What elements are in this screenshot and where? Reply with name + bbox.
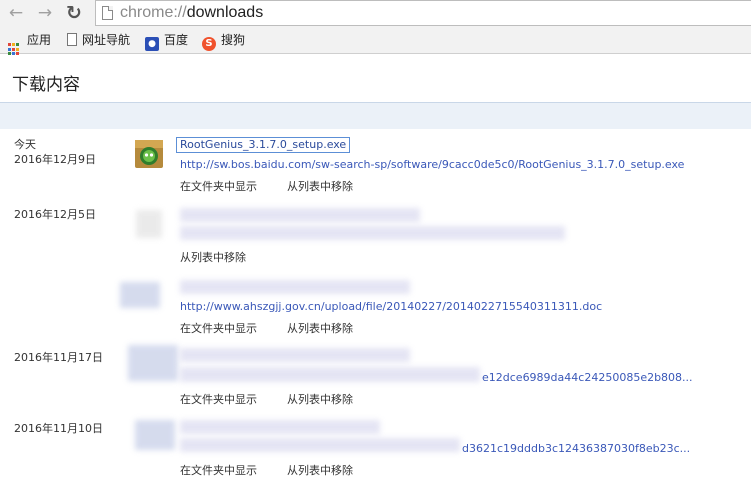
browser-toolbar: ← → ↻ chrome://downloads — [0, 0, 751, 27]
downloads-toolbar-strip — [0, 102, 751, 129]
back-arrow-icon[interactable]: ← — [6, 3, 26, 23]
blurred-file-name — [180, 208, 420, 222]
bookmark-nav[interactable]: 网址导航 — [67, 32, 130, 49]
blurred-file-icon — [136, 210, 162, 238]
blurred-file-icon — [120, 282, 160, 308]
bookmark-sogou[interactable]: S 搜狗 — [202, 32, 246, 51]
bookmark-apps[interactable]: 应用 — [8, 32, 52, 56]
show-in-folder-link[interactable]: 在文件夹中显示 — [180, 178, 257, 194]
bookmark-label: 搜狗 — [221, 33, 246, 47]
show-in-folder-link[interactable]: 在文件夹中显示 — [180, 462, 257, 478]
remove-from-list-link[interactable]: 从列表中移除 — [287, 391, 353, 407]
page-icon — [67, 33, 77, 46]
baidu-paw-icon: ● — [145, 37, 159, 51]
blurred-file-icon — [128, 345, 178, 381]
bookmark-label: 网址导航 — [82, 33, 131, 47]
bookmark-label: 百度 — [164, 33, 189, 47]
blurred-url — [180, 367, 480, 382]
date-label: 2016年11月10日 — [14, 422, 103, 435]
date-label: 2016年12月5日 — [14, 208, 96, 221]
blurred-file-name — [180, 420, 380, 434]
address-url[interactable]: chrome://downloads — [120, 3, 263, 23]
page-title: 下载内容 — [12, 75, 80, 95]
blurred-file-name — [180, 348, 410, 362]
apps-grid-icon — [8, 42, 22, 56]
bookmark-label: 应用 — [27, 33, 52, 47]
show-in-folder-link[interactable]: 在文件夹中显示 — [180, 391, 257, 407]
blurred-file-icon — [135, 420, 175, 450]
file-url-link[interactable]: http://www.ahszgjj.gov.cn/upload/file/20… — [180, 300, 602, 313]
remove-from-list-link[interactable]: 从列表中移除 — [180, 249, 246, 265]
file-url-tail[interactable]: d3621c19dddb3c12436387030f8eb23c... — [462, 442, 690, 455]
date-label-today: 今天 — [14, 138, 36, 151]
blurred-file-name — [180, 280, 410, 294]
bookmark-baidu[interactable]: ● 百度 — [145, 32, 189, 51]
show-in-folder-link[interactable]: 在文件夹中显示 — [180, 320, 257, 336]
sogou-icon: S — [202, 37, 216, 51]
remove-from-list-link[interactable]: 从列表中移除 — [287, 462, 353, 478]
blurred-url — [180, 438, 460, 452]
url-host: downloads — [186, 4, 264, 21]
blurred-url — [180, 226, 565, 240]
rootgenius-file-icon — [134, 139, 164, 169]
file-url-tail[interactable]: e12dce6989da44c24250085e2b808... — [482, 371, 693, 384]
page-icon — [102, 6, 113, 20]
remove-from-list-link[interactable]: 从列表中移除 — [287, 320, 353, 336]
reload-icon[interactable]: ↻ — [64, 3, 84, 23]
remove-from-list-link[interactable]: 从列表中移除 — [287, 178, 353, 194]
date-label: 2016年11月17日 — [14, 351, 103, 364]
url-scheme: chrome:// — [120, 4, 187, 21]
date-label: 2016年12月9日 — [14, 153, 96, 166]
bookmarks-bar: 应用 网址导航 ● 百度 S 搜狗 — [0, 27, 751, 56]
file-name-link[interactable]: RootGenius_3.1.7.0_setup.exe — [176, 137, 351, 153]
file-url-link[interactable]: http://sw.bos.baidu.com/sw-search-sp/sof… — [180, 158, 684, 171]
forward-arrow-icon[interactable]: → — [35, 3, 55, 23]
address-bar[interactable]: chrome://downloads — [95, 0, 751, 26]
